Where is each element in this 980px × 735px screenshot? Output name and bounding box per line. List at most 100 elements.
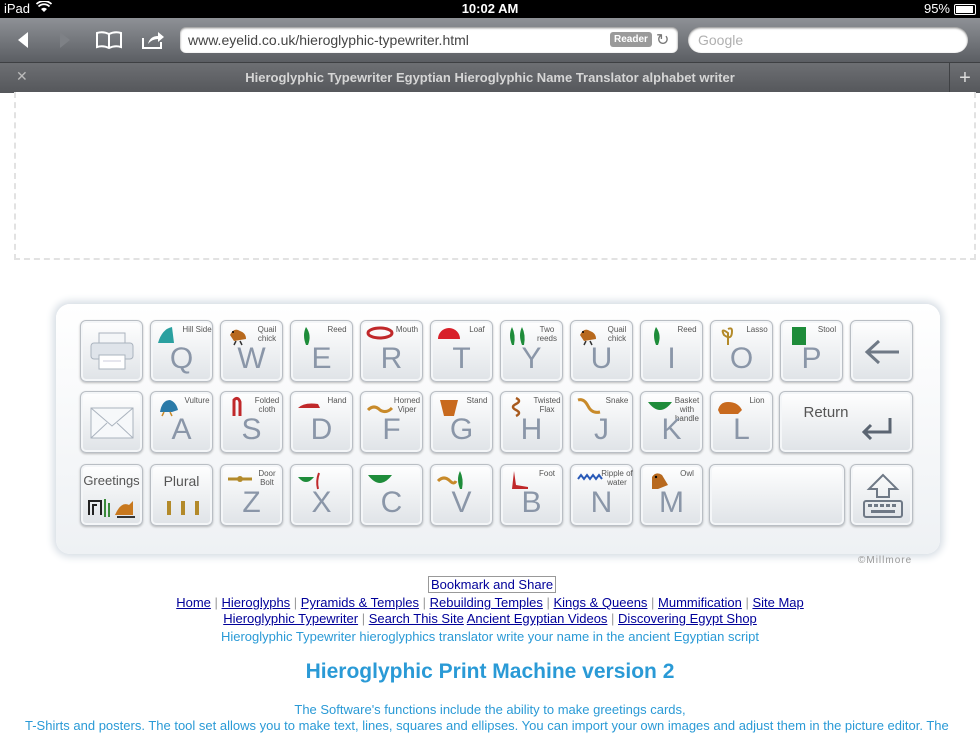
key-sublabel: Snake bbox=[605, 396, 629, 405]
return-button[interactable]: Return bbox=[779, 391, 913, 453]
key-v[interactable]: V bbox=[430, 464, 493, 526]
greetings-button[interactable]: Greetings bbox=[80, 464, 143, 526]
key-sublabel: Vulture bbox=[184, 396, 210, 405]
key-sublabel: Twisted Flax bbox=[533, 396, 561, 414]
key-i[interactable]: Reed I bbox=[640, 320, 703, 382]
key-sublabel: Ripple of water bbox=[601, 469, 633, 487]
key-h[interactable]: Twisted Flax H bbox=[500, 391, 563, 453]
key-letter: H bbox=[520, 413, 543, 446]
key-j[interactable]: Snake J bbox=[570, 391, 633, 453]
key-letter: I bbox=[667, 342, 676, 375]
key-letter: V bbox=[451, 486, 472, 519]
key-e[interactable]: Reed E bbox=[290, 320, 353, 382]
plural-button[interactable]: Plural bbox=[150, 464, 213, 526]
key-sublabel: Hill Side bbox=[182, 325, 212, 334]
key-y[interactable]: Two reeds Y bbox=[500, 320, 563, 382]
key-sublabel: Hand bbox=[327, 396, 347, 405]
key-f[interactable]: Horned Viper F bbox=[360, 391, 423, 453]
nav-link[interactable]: Rebuilding Temples bbox=[430, 595, 543, 610]
key-n[interactable]: Ripple of water N bbox=[570, 464, 633, 526]
email-button[interactable] bbox=[80, 391, 143, 453]
key-letter: N bbox=[590, 486, 613, 519]
forward-button[interactable] bbox=[50, 26, 80, 54]
nav-link[interactable]: Home bbox=[176, 595, 211, 610]
key-z[interactable]: Door Bolt Z bbox=[220, 464, 283, 526]
key-sublabel: Folded cloth bbox=[254, 396, 280, 414]
key-letter: L bbox=[733, 413, 750, 446]
key-b[interactable]: Foot B bbox=[500, 464, 563, 526]
key-letter: T bbox=[452, 342, 471, 375]
key-sublabel: Lasso bbox=[746, 325, 768, 334]
clock: 10:02 AM bbox=[461, 1, 519, 16]
backspace-button[interactable] bbox=[850, 320, 913, 382]
key-letter: Y bbox=[521, 342, 542, 375]
bookmark-share-button[interactable]: Bookmark and Share bbox=[428, 576, 557, 593]
key-l[interactable]: Lion L bbox=[710, 391, 773, 453]
key-sublabel: Lion bbox=[749, 396, 765, 405]
key-sublabel: Reed bbox=[677, 325, 697, 334]
bookmarks-icon[interactable] bbox=[94, 26, 124, 54]
key-sublabel: Stool bbox=[817, 325, 837, 334]
nav-separator: | bbox=[647, 595, 659, 610]
key-sublabel: Owl bbox=[680, 469, 694, 478]
hieroglyph-keyboard: Hill Side Q Quail chick W Reed E Mouth R Loaf T Tw… bbox=[56, 304, 940, 554]
key-s[interactable]: Folded cloth S bbox=[220, 391, 283, 453]
nav-link[interactable]: Kings & Queens bbox=[553, 595, 647, 610]
back-button[interactable] bbox=[8, 26, 38, 54]
new-tab-button[interactable]: + bbox=[949, 63, 980, 93]
key-letter: W bbox=[237, 342, 266, 375]
key-x[interactable]: X bbox=[290, 464, 353, 526]
search-placeholder: Google bbox=[698, 32, 744, 48]
nav-separator: | bbox=[419, 595, 430, 610]
key-m[interactable]: Owl M bbox=[640, 464, 703, 526]
nav-link[interactable]: Site Map bbox=[752, 595, 803, 610]
key-sublabel: Mouth bbox=[395, 325, 419, 334]
description-line-1: The Software's functions include the abi… bbox=[294, 702, 686, 717]
key-letter: C bbox=[380, 486, 403, 519]
key-p[interactable]: Stool P bbox=[780, 320, 843, 382]
key-letter: M bbox=[659, 486, 684, 519]
hide-keyboard-button[interactable] bbox=[850, 464, 913, 526]
tagline: Hieroglyphic Typewriter hieroglyphics tr… bbox=[220, 629, 760, 644]
share-icon[interactable] bbox=[138, 26, 168, 54]
key-sublabel: Foot bbox=[538, 469, 555, 478]
key-letter: F bbox=[382, 413, 401, 446]
key-o[interactable]: Lasso O bbox=[710, 320, 773, 382]
nav-link[interactable]: Search This Site bbox=[369, 611, 464, 626]
key-r[interactable]: Mouth R bbox=[360, 320, 423, 382]
battery-icon bbox=[954, 4, 976, 15]
tab-title[interactable]: Hieroglyphic Typewriter Egyptian Hierogl… bbox=[0, 70, 980, 85]
search-field[interactable]: Google bbox=[688, 27, 968, 53]
key-t[interactable]: Loaf T bbox=[430, 320, 493, 382]
nav-separator: | bbox=[542, 595, 554, 610]
key-q[interactable]: Hill Side Q bbox=[150, 320, 213, 382]
key-d[interactable]: Hand D bbox=[290, 391, 353, 453]
nav-link[interactable]: Hieroglyphic Typewriter bbox=[223, 611, 358, 626]
key-letter: X bbox=[311, 486, 332, 519]
description-line-2: T-Shirts and posters. The tool set allow… bbox=[25, 718, 949, 733]
drawing-canvas[interactable] bbox=[14, 92, 976, 260]
address-bar[interactable]: www.eyelid.co.uk/hieroglyphic-typewriter… bbox=[180, 27, 678, 53]
key-a[interactable]: Vulture A bbox=[150, 391, 213, 453]
key-u[interactable]: Quail chick U bbox=[570, 320, 633, 382]
key-g[interactable]: Stand G bbox=[430, 391, 493, 453]
key-sublabel: Door Bolt bbox=[258, 469, 276, 487]
key-k[interactable]: Basket with handle K bbox=[640, 391, 703, 453]
nav-link[interactable]: Pyramids & Temples bbox=[301, 595, 419, 610]
key-w[interactable]: Quail chick W bbox=[220, 320, 283, 382]
key-letter: O bbox=[729, 342, 754, 375]
print-button[interactable] bbox=[80, 320, 143, 382]
nav-separator: | bbox=[210, 595, 222, 610]
reload-icon[interactable]: ↻ bbox=[656, 30, 669, 50]
key-c[interactable]: C bbox=[360, 464, 423, 526]
nav-link[interactable]: Discovering Egypt Shop bbox=[618, 611, 757, 626]
nav-link[interactable]: Mummification bbox=[658, 595, 742, 610]
nav-link[interactable]: Ancient Egyptian Videos bbox=[467, 611, 608, 626]
battery-percent: 95% bbox=[923, 1, 950, 16]
key-letter: J bbox=[594, 413, 609, 446]
space-bar[interactable] bbox=[709, 464, 845, 526]
reader-button[interactable]: Reader bbox=[610, 32, 652, 47]
key-letter: G bbox=[449, 413, 474, 446]
nav-link[interactable]: Hieroglyphs bbox=[222, 595, 291, 610]
nav-separator: | bbox=[290, 595, 301, 610]
